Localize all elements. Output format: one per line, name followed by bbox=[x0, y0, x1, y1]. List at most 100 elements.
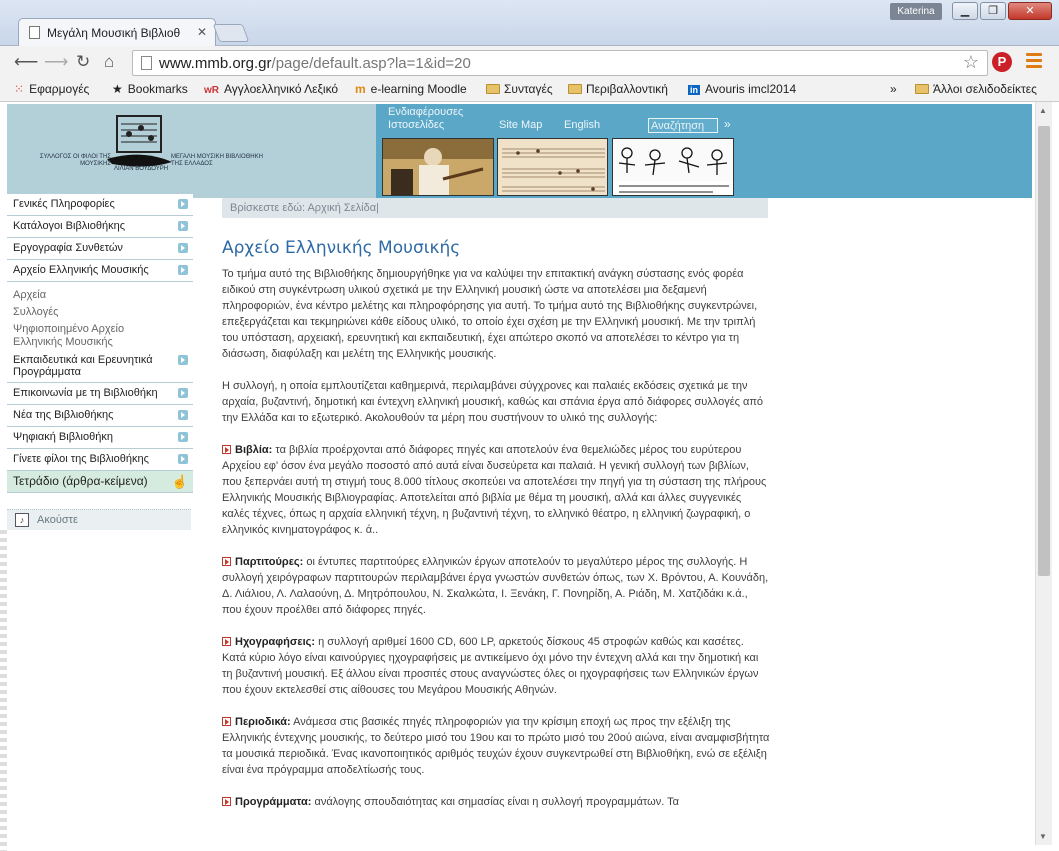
bookmark-avouris[interactable]: in Avouris imcl2014 bbox=[688, 82, 796, 96]
window-titlebar: Μεγάλη Μουσική Βιβλιοθ ✕ Katerina ▁ ❐ ✕ bbox=[0, 0, 1059, 46]
page-info-icon[interactable] bbox=[141, 56, 152, 70]
arrow-right-icon bbox=[178, 388, 188, 398]
forward-icon[interactable]: ⟶ bbox=[44, 52, 68, 72]
scroll-down-icon[interactable]: ▼ bbox=[1039, 832, 1047, 841]
page-title: Αρχείο Ελληνικής Μουσικής bbox=[222, 238, 461, 258]
address-bar[interactable]: www.mmb.org.gr/page/default.asp?la=1&id=… bbox=[132, 50, 988, 76]
section-recordings: Ηχογραφήσεις: η συλλογή αριθμεί 1600 CD,… bbox=[222, 636, 759, 696]
vertical-scrollbar[interactable]: ▲ ▼ bbox=[1035, 102, 1052, 845]
logo-text-right: ΜΕΓΑΛΗ ΜΟΥΣΙΚΗ ΒΙΒΛΙΟΘΗΚΗ ΤΗΣ ΕΛΛΑΔΟΣ bbox=[171, 154, 263, 167]
maximize-button[interactable]: ❐ bbox=[980, 2, 1006, 20]
more-bookmarks-button[interactable]: » bbox=[890, 82, 897, 96]
intro-paragraph: Το τμήμα αυτό της Βιβλιοθήκης δημιουργήθ… bbox=[222, 268, 758, 360]
sidebar-nav: Γενικές Πληροφορίες Κατάλογοι Βιβλιοθήκη… bbox=[7, 194, 193, 493]
wordreference-icon: wR bbox=[204, 85, 219, 96]
star-icon: ★ bbox=[112, 82, 123, 96]
breadcrumb: Βρίσκεστε εδώ: Αρχική Σελίδα| bbox=[222, 198, 768, 218]
apps-grid-icon: ⁙ bbox=[14, 82, 25, 96]
arrow-right-icon bbox=[178, 243, 188, 253]
sidebar-item-digital-library[interactable]: Ψηφιακή Βιβλιοθήκη bbox=[7, 427, 193, 449]
bullet-arrow-icon bbox=[222, 637, 231, 646]
sidebar-subitem-collections[interactable]: Συλλογές bbox=[13, 306, 193, 319]
bookmark-environmental[interactable]: Περιβαλλοντική bbox=[568, 82, 668, 96]
bullet-arrow-icon bbox=[222, 797, 231, 806]
sidebar-item-contact[interactable]: Επικοινωνία με τη Βιβλιοθήκη bbox=[7, 383, 193, 405]
collection-paragraph: Η συλλογή, η οποία εμπλουτίζεται καθημερ… bbox=[222, 380, 764, 424]
bookmark-recipes[interactable]: Συνταγές bbox=[486, 82, 553, 96]
section-programmes: Προγράμματα: ανάλογης σπουδαιότητας και … bbox=[222, 794, 770, 810]
main-content: Αρχείο Ελληνικής Μουσικής Το τμήμα αυτό … bbox=[222, 240, 770, 826]
url-domain: www.mmb.org.gr bbox=[159, 55, 272, 72]
page-viewport: ΣΥΛΛΟΓΟΣ ΟΙ ΦΙΛΟΙ ΤΗΣ ΜΟΥΣΙΚΗΣ ΜΕΓΑΛΗ ΜΟ… bbox=[0, 102, 1059, 851]
bookmark-dictionary[interactable]: wR Αγγλοελληνικό Λεξικό bbox=[204, 82, 338, 96]
sidebar-subitem-digitized[interactable]: Ψηφιοποιημένο Αρχείο Ελληνικής Μουσικής bbox=[13, 323, 153, 349]
new-tab-button[interactable] bbox=[212, 24, 250, 42]
arrow-right-icon bbox=[178, 265, 188, 275]
pinterest-icon[interactable]: P bbox=[992, 52, 1012, 72]
sidebar-item-programs[interactable]: Εκπαιδευτικά και Ερευνητικά Προγράμματα bbox=[7, 351, 193, 383]
sidebar-item-notebook[interactable]: Τετράδιο (άρθρα-κείμενα) ☝ bbox=[7, 471, 193, 493]
sidebar-item-greek-archive[interactable]: Αρχείο Ελληνικής Μουσικής bbox=[7, 260, 193, 282]
sidebar-item-friends[interactable]: Γίνετε φίλοι της Βιβλιοθήκης bbox=[7, 449, 193, 471]
hand-cursor-icon: ☝ bbox=[171, 474, 188, 489]
sidebar-item-catalogs[interactable]: Κατάλογοι Βιβλιοθήκης bbox=[7, 216, 193, 238]
logo-text-bottom: ΛΙΛΙΑΝ ΒΟΥΔΟΥΡΗ bbox=[113, 166, 169, 172]
profile-badge[interactable]: Katerina bbox=[890, 3, 942, 20]
breadcrumb-text[interactable]: Βρίσκεστε εδώ: Αρχική Σελίδα| bbox=[230, 202, 379, 214]
arrow-right-icon bbox=[178, 199, 188, 209]
bookmark-apps[interactable]: ⁙ Εφαρμογές bbox=[14, 82, 89, 96]
sidebar-subitem-archives[interactable]: Αρχεία bbox=[13, 289, 193, 302]
home-icon[interactable]: ⌂ bbox=[104, 52, 114, 72]
nav-english[interactable]: English bbox=[564, 119, 600, 132]
close-window-button[interactable]: ✕ bbox=[1008, 2, 1052, 20]
section-books: Βιβλία: τα βιβλία προέρχονται από διάφορ… bbox=[222, 444, 767, 536]
tab-title: Μεγάλη Μουσική Βιβλιοθ bbox=[47, 26, 181, 40]
logo-emblem bbox=[107, 115, 172, 167]
section-periodicals: Περιοδικά: Ανάμεσα στις βασικές πηγές πλ… bbox=[222, 716, 770, 776]
close-tab-icon[interactable]: ✕ bbox=[197, 25, 207, 39]
folder-icon bbox=[568, 84, 582, 94]
listen-button[interactable]: ♪ Ακούστε bbox=[7, 509, 191, 530]
sidebar-subitems: Αρχεία Συλλογές Ψηφιοποιημένο Αρχείο Ελλ… bbox=[7, 282, 193, 349]
arrow-right-icon bbox=[178, 355, 188, 365]
back-icon[interactable]: ⟵ bbox=[14, 52, 38, 72]
sidebar-item-composers[interactable]: Εργογραφία Συνθετών bbox=[7, 238, 193, 260]
url-path: /page/default.asp?la=1&id=20 bbox=[271, 55, 471, 72]
arrow-right-icon bbox=[178, 221, 188, 231]
minimize-button[interactable]: ▁ bbox=[952, 2, 978, 20]
site-logo[interactable]: ΣΥΛΛΟΓΟΣ ΟΙ ΦΙΛΟΙ ΤΗΣ ΜΟΥΣΙΚΗΣ ΜΕΓΑΛΗ ΜΟ… bbox=[7, 104, 376, 198]
audio-icon: ♪ bbox=[15, 513, 29, 527]
bullet-arrow-icon bbox=[222, 445, 231, 454]
browser-tab[interactable]: Μεγάλη Μουσική Βιβλιοθ ✕ bbox=[18, 18, 216, 46]
chrome-menu-icon[interactable] bbox=[1026, 53, 1042, 71]
header-photo-musician[interactable] bbox=[382, 138, 494, 196]
nav-sitemap[interactable]: Site Map bbox=[499, 119, 542, 132]
page-icon bbox=[29, 26, 40, 39]
logo-text-left: ΣΥΛΛΟΓΟΣ ΟΙ ΦΙΛΟΙ ΤΗΣ ΜΟΥΣΙΚΗΣ bbox=[39, 154, 111, 167]
linkedin-icon: in bbox=[688, 85, 700, 95]
arrow-right-icon bbox=[178, 432, 188, 442]
bookmark-other[interactable]: Άλλοι σελιδοδείκτες bbox=[915, 82, 1037, 96]
arrow-right-icon bbox=[178, 410, 188, 420]
search-go-button[interactable]: » bbox=[724, 117, 731, 131]
sidebar-item-news[interactable]: Νέα της Βιβλιοθήκης bbox=[7, 405, 193, 427]
scrollbar-thumb[interactable] bbox=[1038, 126, 1050, 576]
section-scores: Παρτιτούρες: οι έντυπες παρτιτούρες ελλη… bbox=[222, 556, 769, 616]
reload-icon[interactable]: ↻ bbox=[76, 52, 90, 72]
page-edge-decoration bbox=[0, 530, 7, 851]
folder-icon bbox=[915, 84, 929, 94]
bookmarks-bar: ⁙ Εφαρμογές ★ Bookmarks wR Αγγλοελληνικό Λε… bbox=[0, 78, 1059, 102]
bookmark-bookmarks[interactable]: ★ Bookmarks bbox=[112, 82, 188, 96]
moodle-icon: m bbox=[355, 82, 366, 96]
bookmark-moodle[interactable]: m e-learning Moodle bbox=[355, 82, 467, 96]
search-input[interactable] bbox=[648, 118, 718, 133]
bookmark-star-icon[interactable]: ☆ bbox=[963, 52, 979, 73]
header-photo-score[interactable] bbox=[497, 138, 608, 196]
scroll-up-icon[interactable]: ▲ bbox=[1039, 106, 1047, 115]
nav-links[interactable]: Ενδιαφέρουσες Ιστοσελίδες bbox=[388, 106, 463, 132]
folder-icon bbox=[486, 84, 500, 94]
sidebar-item-general[interactable]: Γενικές Πληροφορίες bbox=[7, 194, 193, 216]
header-photo-drawing[interactable] bbox=[612, 138, 734, 196]
bullet-arrow-icon bbox=[222, 717, 231, 726]
arrow-right-icon bbox=[178, 454, 188, 464]
